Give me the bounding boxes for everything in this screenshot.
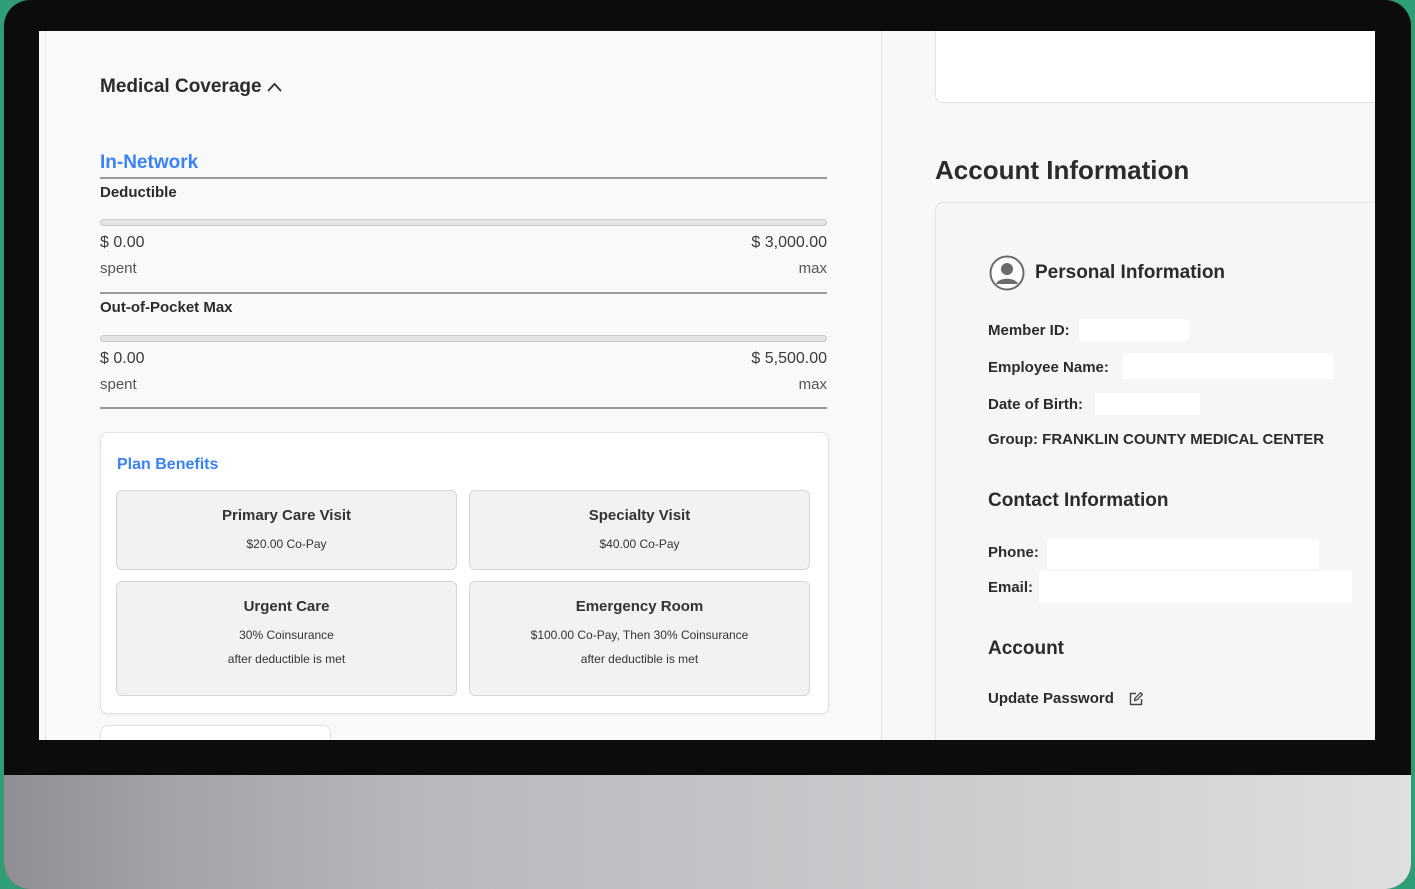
deductible-label: Deductible: [100, 184, 177, 201]
phone-label: Phone:: [988, 544, 1039, 561]
out-of-pocket-spent-label: spent: [100, 376, 137, 393]
divider: [100, 292, 827, 294]
plan-benefits-card: Plan Benefits Primary Care Visit $20.00 …: [100, 432, 829, 714]
benefit-card-specialty[interactable]: Specialty Visit $40.00 Co-Pay: [469, 490, 810, 570]
account-information-heading: Account Information: [935, 155, 1190, 185]
benefit-card-emergency-room[interactable]: Emergency Room $100.00 Co-Pay, Then 30% …: [469, 581, 810, 696]
divider: [100, 177, 827, 179]
monitor-frame: Medical Coverage In-Network Deductible $…: [4, 0, 1411, 889]
benefit-note: after deductible is met: [580, 652, 699, 666]
benefit-detail: 30% Coinsurance: [239, 628, 334, 642]
member-id-label: Member ID:: [988, 322, 1070, 339]
collapsed-section-button[interactable]: [100, 725, 331, 740]
employee-name-label: Employee Name:: [988, 359, 1109, 376]
deductible-progress-bar: [100, 219, 827, 226]
group-value: FRANKLIN COUNTY MEDICAL CENTER: [1042, 431, 1325, 448]
benefit-card-primary-care[interactable]: Primary Care Visit $20.00 Co-Pay: [116, 490, 457, 570]
medical-coverage-toggle[interactable]: Medical Coverage: [100, 76, 283, 98]
redacted-value: [1123, 353, 1333, 379]
out-of-pocket-max-label: max: [798, 376, 827, 393]
group-row: Group: FRANKLIN COUNTY MEDICAL CENTER: [988, 431, 1324, 448]
monitor-chin: [4, 775, 1411, 889]
benefit-detail: $20.00 Co-Pay: [246, 537, 327, 551]
plan-benefits-title: Plan Benefits: [117, 456, 219, 473]
deductible-spent-value: $ 0.00: [100, 234, 145, 251]
benefit-title: Urgent Care: [243, 598, 330, 615]
benefit-title: Primary Care Visit: [222, 507, 351, 524]
user-avatar-icon: [989, 255, 1025, 291]
deductible-spent-label: spent: [100, 260, 137, 277]
out-of-pocket-spent-value: $ 0.00: [100, 350, 145, 367]
top-info-card: [935, 31, 1375, 103]
divider: [100, 407, 827, 409]
personal-information-title: Personal Information: [1035, 262, 1226, 283]
email-label: Email:: [988, 579, 1034, 596]
group-label: Group:: [988, 431, 1038, 448]
out-of-pocket-progress-bar: [100, 335, 827, 342]
benefit-note: after deductible is met: [227, 652, 346, 666]
benefit-detail: $100.00 Co-Pay, Then 30% Coinsurance: [530, 628, 749, 642]
benefit-title: Emergency Room: [575, 598, 704, 615]
edit-icon: [1129, 691, 1143, 705]
contact-information-title: Contact Information: [988, 490, 1169, 511]
update-password-label: Update Password: [988, 690, 1114, 707]
coverage-panel: Medical Coverage In-Network Deductible $…: [39, 31, 882, 740]
in-network-heading: In-Network: [100, 152, 199, 173]
benefit-title: Specialty Visit: [588, 507, 691, 524]
redacted-value: [1095, 393, 1200, 415]
redacted-value: [1047, 539, 1319, 569]
redacted-value: [1079, 319, 1189, 341]
out-of-pocket-max-value: $ 5,500.00: [751, 350, 827, 367]
deductible-max-value: $ 3,000.00: [751, 234, 827, 251]
medical-coverage-title: Medical Coverage: [100, 76, 262, 97]
panel-divider: [45, 31, 46, 740]
benefit-detail: $40.00 Co-Pay: [599, 537, 680, 551]
chevron-up-icon: [266, 82, 282, 92]
date-of-birth-label: Date of Birth:: [988, 396, 1083, 413]
deductible-max-label: max: [798, 260, 827, 277]
benefit-card-urgent-care[interactable]: Urgent Care 30% Coinsurance after deduct…: [116, 581, 457, 696]
screen: Medical Coverage In-Network Deductible $…: [39, 31, 1375, 740]
out-of-pocket-label: Out-of-Pocket Max: [100, 299, 233, 316]
account-section-title: Account: [988, 638, 1064, 659]
update-password-link[interactable]: Update Password: [988, 690, 1144, 707]
redacted-value: [1039, 571, 1352, 603]
